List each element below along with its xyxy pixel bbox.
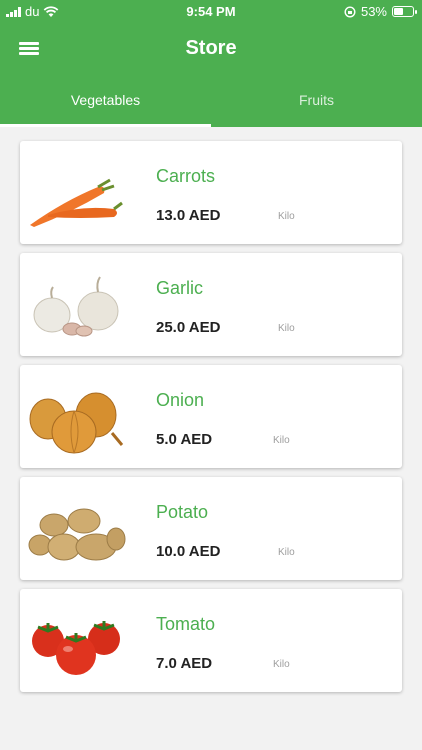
product-name: Onion [156, 390, 205, 410]
status-right: 53% [344, 4, 417, 19]
battery-icon [392, 6, 417, 17]
product-price: 25.0 AED [156, 319, 221, 336]
product-unit: Kilo [273, 659, 290, 670]
product-unit: Kilo [278, 547, 295, 558]
product-name: Garlic [156, 278, 204, 298]
battery-fill [394, 8, 403, 15]
active-tab-indicator [0, 124, 211, 127]
tomato-image [32, 621, 120, 675]
product-unit: Kilo [278, 323, 295, 334]
list-item[interactable]: Onion 5.0 AED Kilo [20, 365, 402, 468]
list-item[interactable]: Tomato 7.0 AED Kilo [20, 589, 402, 692]
product-price: 10.0 AED [156, 543, 221, 560]
product-name: Tomato [156, 614, 216, 634]
product-price: 7.0 AED [156, 655, 213, 672]
app-header: du 9:54 PM 53% Store Vegetables Fruits [0, 0, 422, 127]
garlic-image [33, 276, 119, 337]
page-title: Store [185, 37, 237, 59]
battery-percent: 53% [360, 4, 387, 19]
product-list: Carrots 13.0 AED Kilo Garlic 25.0 AED Ki… [20, 141, 402, 701]
product-name: Potato [156, 502, 209, 522]
list-item[interactable]: Carrots 13.0 AED Kilo [20, 141, 402, 244]
product-unit: Kilo [278, 211, 295, 222]
product-unit: Kilo [273, 435, 290, 446]
product-name: Carrots [156, 166, 216, 186]
orientation-lock-icon [344, 5, 356, 18]
status-bar: du 9:54 PM 53% [0, 0, 422, 22]
tab-fruits[interactable]: Fruits [211, 92, 422, 108]
onion-image [29, 392, 124, 454]
tab-vegetables[interactable]: Vegetables [0, 92, 211, 108]
potato-image [28, 508, 126, 561]
list-item[interactable]: Potato 10.0 AED Kilo [20, 477, 402, 580]
list-item[interactable]: Garlic 25.0 AED Kilo [20, 253, 402, 356]
product-price: 13.0 AED [156, 207, 221, 224]
carrot-image [30, 178, 123, 227]
product-price: 5.0 AED [156, 431, 213, 448]
